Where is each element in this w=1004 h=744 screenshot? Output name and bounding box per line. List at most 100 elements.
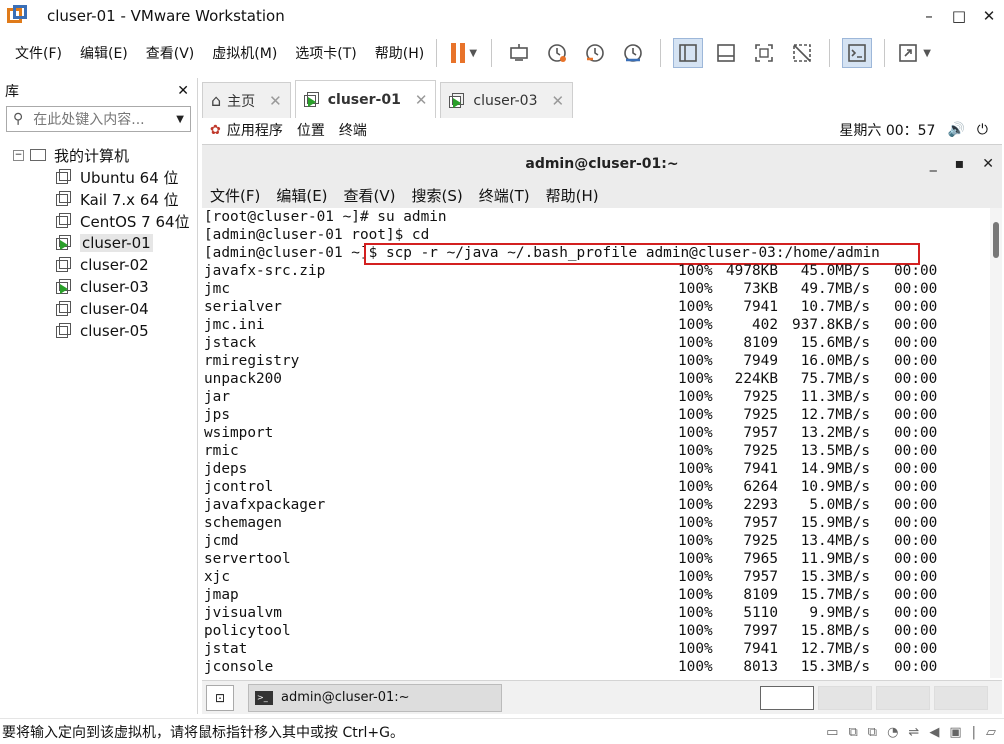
terminal-menu-edit[interactable]: 编辑(E) <box>276 185 327 206</box>
transfer-speed: 12.7MB/s <box>800 641 870 657</box>
workspace-1[interactable] <box>760 686 814 710</box>
send-ctrl-alt-del-button[interactable] <box>504 38 534 68</box>
tab-home[interactable]: ⌂ 主页 ✕ <box>202 82 291 118</box>
show-desktop-button[interactable]: ⊡ <box>206 684 234 711</box>
console-view-button[interactable] <box>842 38 873 68</box>
search-placeholder: 在此处键入内容... <box>33 112 145 128</box>
power-icon[interactable]: ⏻ <box>977 122 988 138</box>
terminal-scrollbar[interactable] <box>990 208 1002 678</box>
menu-edit[interactable]: 编辑(E) <box>80 43 128 63</box>
transfer-filename: jmap <box>204 587 239 603</box>
network-adapter-icon[interactable]: ⧉ <box>868 725 877 740</box>
camera-icon[interactable]: ▣ <box>949 725 961 740</box>
transfer-speed: 14.9MB/s <box>800 461 870 477</box>
snapshot-manager-button[interactable] <box>618 38 648 68</box>
transfer-speed: 16.0MB/s <box>800 353 870 369</box>
transfer-row: xjc 100% 7957 15.3MB/s 00:00 <box>202 568 990 586</box>
full-screen-button[interactable] <box>749 38 779 68</box>
toolbar-separator <box>491 39 493 67</box>
tree-item-kail[interactable]: Kail 7.x 64 位 <box>0 188 197 210</box>
terminal-menu-terminal[interactable]: 终端(T) <box>479 185 530 206</box>
tree-item-label: Ubuntu 64 位 <box>80 168 179 187</box>
menu-vm[interactable]: 虚拟机(M) <box>212 43 277 63</box>
workspace-4[interactable] <box>934 686 988 710</box>
terminal-maximize-button[interactable]: ▪ <box>955 156 965 172</box>
library-search-input[interactable]: ⚲ 在此处键入内容... ▼ <box>6 106 191 132</box>
terminal-close-button[interactable]: ✕ <box>982 156 994 172</box>
toolbar-separator <box>660 39 662 67</box>
transfer-size: 7941 <box>743 641 778 657</box>
hard-disk-icon[interactable]: ▭ <box>826 725 838 740</box>
terminal-menu-search[interactable]: 搜索(S) <box>412 185 463 206</box>
gnome-applications-menu[interactable]: ✿ 应用程序 <box>210 120 283 140</box>
sound-card-icon[interactable]: ◀ <box>929 725 939 740</box>
tree-item-cluser-03[interactable]: cluser-03 <box>0 276 197 298</box>
unity-button[interactable] <box>787 38 817 68</box>
tree-item-centos[interactable]: CentOS 7 64位 <box>0 210 197 232</box>
terminal-menu-file[interactable]: 文件(F) <box>210 185 260 206</box>
gnome-places-menu[interactable]: 位置 <box>297 120 325 140</box>
tree-item-ubuntu[interactable]: Ubuntu 64 位 <box>0 166 197 188</box>
menu-view[interactable]: 查看(V) <box>146 43 195 63</box>
taskbar-terminal-item[interactable]: >_ admin@cluser-01:~ <box>248 683 502 712</box>
vm-running-icon <box>56 235 72 251</box>
tree-item-label: cluser-01 <box>80 234 153 252</box>
gnome-terminal-menu[interactable]: 终端 <box>339 120 367 140</box>
tab-close-icon[interactable]: ✕ <box>415 91 428 109</box>
scrollbar-thumb[interactable] <box>993 222 999 258</box>
tree-item-cluser-04[interactable]: cluser-04 <box>0 298 197 320</box>
transfer-row: wsimport 100% 7957 13.2MB/s 00:00 <box>202 424 990 442</box>
chevron-down-icon: ▼ <box>469 47 478 59</box>
tab-cluser-01[interactable]: cluser-01 ✕ <box>294 80 437 118</box>
tab-cluser-03[interactable]: cluser-03 ✕ <box>440 82 574 118</box>
terminal-menu-view[interactable]: 查看(V) <box>344 185 396 206</box>
menu-help[interactable]: 帮助(H) <box>375 43 424 63</box>
transfer-speed: 15.8MB/s <box>800 623 870 639</box>
menu-tabs[interactable]: 选项卡(T) <box>295 43 356 63</box>
revert-icon <box>586 44 605 62</box>
chevron-down-icon[interactable]: ▼ <box>176 114 184 125</box>
snapshot-button[interactable] <box>542 38 572 68</box>
tab-close-icon[interactable]: ✕ <box>269 92 282 110</box>
transfer-filename: jmc <box>204 281 230 297</box>
menu-file[interactable]: 文件(F) <box>15 43 62 63</box>
tree-item-cluser-02[interactable]: cluser-02 <box>0 254 197 276</box>
console-icon <box>848 44 867 62</box>
transfer-filename: unpack200 <box>204 371 282 387</box>
tree-item-cluser-01[interactable]: cluser-01 <box>0 232 197 254</box>
transfer-row: jconsole 100% 8013 15.3MB/s 00:00 <box>202 658 990 676</box>
transfer-size: 8109 <box>743 335 778 351</box>
workspace-3[interactable] <box>876 686 930 710</box>
maximize-button[interactable]: □ <box>944 0 974 32</box>
pause-button[interactable]: ▼ <box>449 38 479 68</box>
terminal-menu-help[interactable]: 帮助(H) <box>546 185 599 206</box>
tree-root-my-computer[interactable]: − 我的计算机 <box>0 144 197 166</box>
gnome-clock[interactable]: 星期六 00：57 <box>839 120 935 140</box>
minimize-button[interactable]: – <box>914 0 944 32</box>
transfer-speed: 13.2MB/s <box>800 425 870 441</box>
revert-snapshot-button[interactable] <box>580 38 610 68</box>
terminal-minimize-button[interactable]: _ <box>930 156 937 172</box>
collapse-icon[interactable]: − <box>13 149 24 161</box>
show-library-button[interactable] <box>673 38 704 68</box>
computer-icon <box>30 149 46 161</box>
vm-icon <box>56 213 72 229</box>
close-button[interactable]: ✕ <box>974 0 1004 32</box>
title-bar: cluser-01 - VMware Workstation – □ ✕ <box>0 0 1004 32</box>
thumbnail-bar-button[interactable] <box>711 38 741 68</box>
terminal-output[interactable]: [root@cluser-01 ~]# su admin [admin@clus… <box>202 208 990 678</box>
library-close-icon[interactable]: ✕ <box>177 83 189 99</box>
network-icon[interactable]: ⧉ <box>848 725 857 740</box>
tab-close-icon[interactable]: ✕ <box>552 92 565 110</box>
vm-running-icon <box>56 279 72 295</box>
volume-icon[interactable]: 🔊 <box>947 122 964 138</box>
message-log-icon[interactable]: ▱ <box>986 725 996 740</box>
workspace-2[interactable] <box>818 686 872 710</box>
cd-dvd-icon[interactable]: ◔ <box>887 725 898 740</box>
tree-item-cluser-05[interactable]: cluser-05 <box>0 320 197 342</box>
transfer-size: 7949 <box>743 353 778 369</box>
usb-icon[interactable]: ⇌ <box>908 725 919 740</box>
gnome-top-bar: ✿ 应用程序 位置 终端 星期六 00：57 🔊 ⏻ <box>202 118 1002 142</box>
unity-icon <box>793 44 812 62</box>
stretch-guest-button[interactable]: ▼ <box>897 38 931 68</box>
